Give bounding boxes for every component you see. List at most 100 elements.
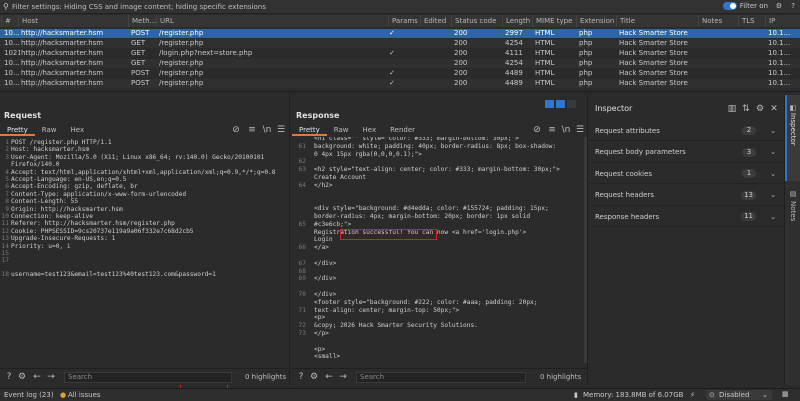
code-text: Cookie: PHPSESSID=9cs20737e119a9a06f332e… [11, 227, 194, 235]
request-search-input[interactable]: Search [64, 372, 232, 383]
table-row[interactable]: 1021 http://hacksmarter.hsm GET/login.php?… [0, 49, 800, 58]
layout-vertical-icon[interactable] [567, 100, 576, 108]
chevron-down-icon[interactable]: ⌄ [770, 191, 776, 199]
table-cell: HTML [535, 49, 555, 57]
arrow-right-icon[interactable]: → [338, 372, 348, 382]
code-line: <p> [292, 314, 587, 321]
code-text: <small> [314, 353, 341, 361]
table-row[interactable]: 10... http://hacksmarter.hsm POST/register… [0, 69, 800, 78]
request-editor[interactable]: 1 POST /register.php HTTP/1.1 2 Host: hacks… [0, 137, 289, 363]
inspector-section[interactable]: Request headers 13 ⌄ [589, 186, 784, 206]
gear-icon[interactable]: ⚙ [755, 104, 765, 114]
code-line: 8 Content-Length: 55 [0, 198, 289, 205]
tab-pretty[interactable]: Pretty [0, 125, 35, 136]
code-text: Referer: http://hacksmarter.hsm/register… [11, 220, 175, 228]
line-number: 72 [298, 322, 306, 330]
column-header[interactable]: # [1, 15, 17, 27]
arrow-right-icon[interactable]: → [46, 372, 56, 382]
table-cell: 2997 [505, 29, 523, 37]
line-number: 68 [298, 267, 306, 275]
table-cell: /register.php [159, 29, 204, 37]
column-header[interactable]: URL [156, 15, 388, 27]
toggle-switch-icon[interactable] [722, 2, 737, 10]
chevron-down-icon[interactable]: ⌄ [770, 148, 776, 156]
column-header[interactable]: Status code [451, 15, 502, 27]
proxy-history-table[interactable]: # Host Meth... URL Params Edited Status code Le… [0, 15, 800, 92]
column-header[interactable]: Edited [420, 15, 451, 27]
help-circle-icon[interactable]: ? [4, 372, 14, 382]
code-line: <small> [292, 353, 587, 360]
table-cell: 10.1... [768, 79, 791, 87]
layout-split-icon[interactable] [545, 100, 554, 108]
hide-icon[interactable]: ⊘ [532, 125, 542, 135]
column-header[interactable]: Title [616, 15, 698, 27]
chevron-down-icon[interactable]: ⌄ [770, 170, 776, 178]
code-line: 72 &copy; 2026 Hack Smarter Security Sol… [292, 322, 587, 329]
event-log-link[interactable]: Event log (23) [4, 391, 54, 399]
menu-icon[interactable]: ☰ [276, 125, 286, 135]
arrow-left-icon[interactable]: ← [32, 372, 42, 382]
tab-raw[interactable]: Raw [327, 125, 356, 136]
column-header[interactable]: Params [388, 15, 420, 27]
line-number: 73 [298, 330, 306, 337]
response-editor[interactable]: <h1 class="" style="color: #333; margin-… [292, 137, 587, 363]
arrow-left-icon[interactable]: ← [324, 372, 334, 382]
layout-horizontal-icon[interactable] [556, 100, 565, 108]
newline-icon[interactable]: \n [561, 125, 571, 135]
column-header[interactable]: Length [502, 15, 532, 27]
newline-icon[interactable]: \n [262, 125, 272, 135]
filter-bar[interactable]: ⚲ Filter settings: Hiding CSS and image … [0, 0, 800, 14]
side-tab-notes-label[interactable]: Notes [789, 201, 797, 221]
inspector-section[interactable]: Request cookies 1 ⌄ [589, 164, 784, 184]
tab-pretty[interactable]: Pretty [292, 125, 327, 136]
settings-icon[interactable]: ⚙ [17, 372, 27, 382]
chevron-down-icon[interactable]: ⌄ [770, 213, 776, 221]
column-header[interactable]: IP [765, 15, 800, 27]
gear-icon[interactable]: ⚙ [776, 2, 782, 10]
hide-icon[interactable]: ⊘ [231, 125, 241, 135]
tab-render[interactable]: Render [383, 125, 422, 136]
help-icon[interactable]: ? [791, 2, 795, 10]
inspector-section[interactable]: Response headers 11 ⌄ [589, 207, 784, 227]
table-cell: http://hacksmarter.hsm [21, 49, 104, 57]
close-icon[interactable]: ✕ [769, 104, 779, 114]
table-cell: 10.1... [768, 39, 791, 47]
table-cell: 4489 [505, 69, 523, 77]
code-text: </div> [314, 275, 337, 283]
chevron-down-icon[interactable]: ⌄ [770, 127, 776, 135]
table-row[interactable]: 10... http://hacksmarter.hsm POST/register… [0, 29, 800, 38]
column-header[interactable]: Notes [698, 15, 738, 27]
disabled-dropdown[interactable]: ⊙ Disabled ⌄ [706, 390, 772, 400]
wrap-icon[interactable]: ≡ [547, 125, 557, 135]
status-bar: Event log (23) ● All issues ▮ Memory: 18… [0, 388, 800, 401]
tab-hex[interactable]: Hex [64, 125, 92, 136]
column-header[interactable]: Meth... [128, 15, 156, 27]
table-row[interactable]: 10... http://hacksmarter.hsm GET/register.… [0, 39, 800, 48]
filter-settings-text[interactable]: Filter settings: Hiding CSS and image co… [12, 3, 266, 11]
column-header[interactable]: Host [18, 15, 128, 27]
table-cell: 10... [4, 29, 20, 37]
table-cell: http://hacksmarter.hsm [21, 59, 104, 67]
table-row[interactable]: 10... http://hacksmarter.hsm POST/register… [0, 79, 800, 88]
all-issues-link[interactable]: All issues [68, 391, 101, 399]
help-circle-icon[interactable]: ? [296, 372, 306, 382]
inspector-section[interactable]: Request body parameters 3 ⌄ [589, 143, 784, 163]
layout-grid-icon[interactable]: ▦ [782, 390, 789, 398]
column-header[interactable]: Extension [576, 15, 616, 27]
column-header[interactable]: TLS [738, 15, 765, 27]
tab-raw[interactable]: Raw [35, 125, 64, 136]
wrap-icon[interactable]: ≡ [247, 125, 257, 135]
line-number: 10 [1, 213, 9, 220]
menu-icon[interactable]: ☰ [575, 125, 585, 135]
scrollbar[interactable] [584, 137, 587, 363]
layout-icon[interactable]: ▥ [727, 104, 737, 114]
filter-icon[interactable]: ⚲ [3, 2, 9, 11]
tab-hex[interactable]: Hex [356, 125, 384, 136]
table-row[interactable]: 10... http://hacksmarter.hsm GET/register.… [0, 59, 800, 68]
inspector-section[interactable]: Request attributes 2 ⌄ [589, 121, 784, 141]
filter-toggle[interactable]: Filter on [722, 2, 768, 10]
settings-icon[interactable]: ⚙ [309, 372, 319, 382]
response-search-input[interactable]: Search [356, 372, 526, 383]
column-header[interactable]: MIME type [532, 15, 576, 27]
sort-icon[interactable]: ⇅ [741, 104, 751, 114]
